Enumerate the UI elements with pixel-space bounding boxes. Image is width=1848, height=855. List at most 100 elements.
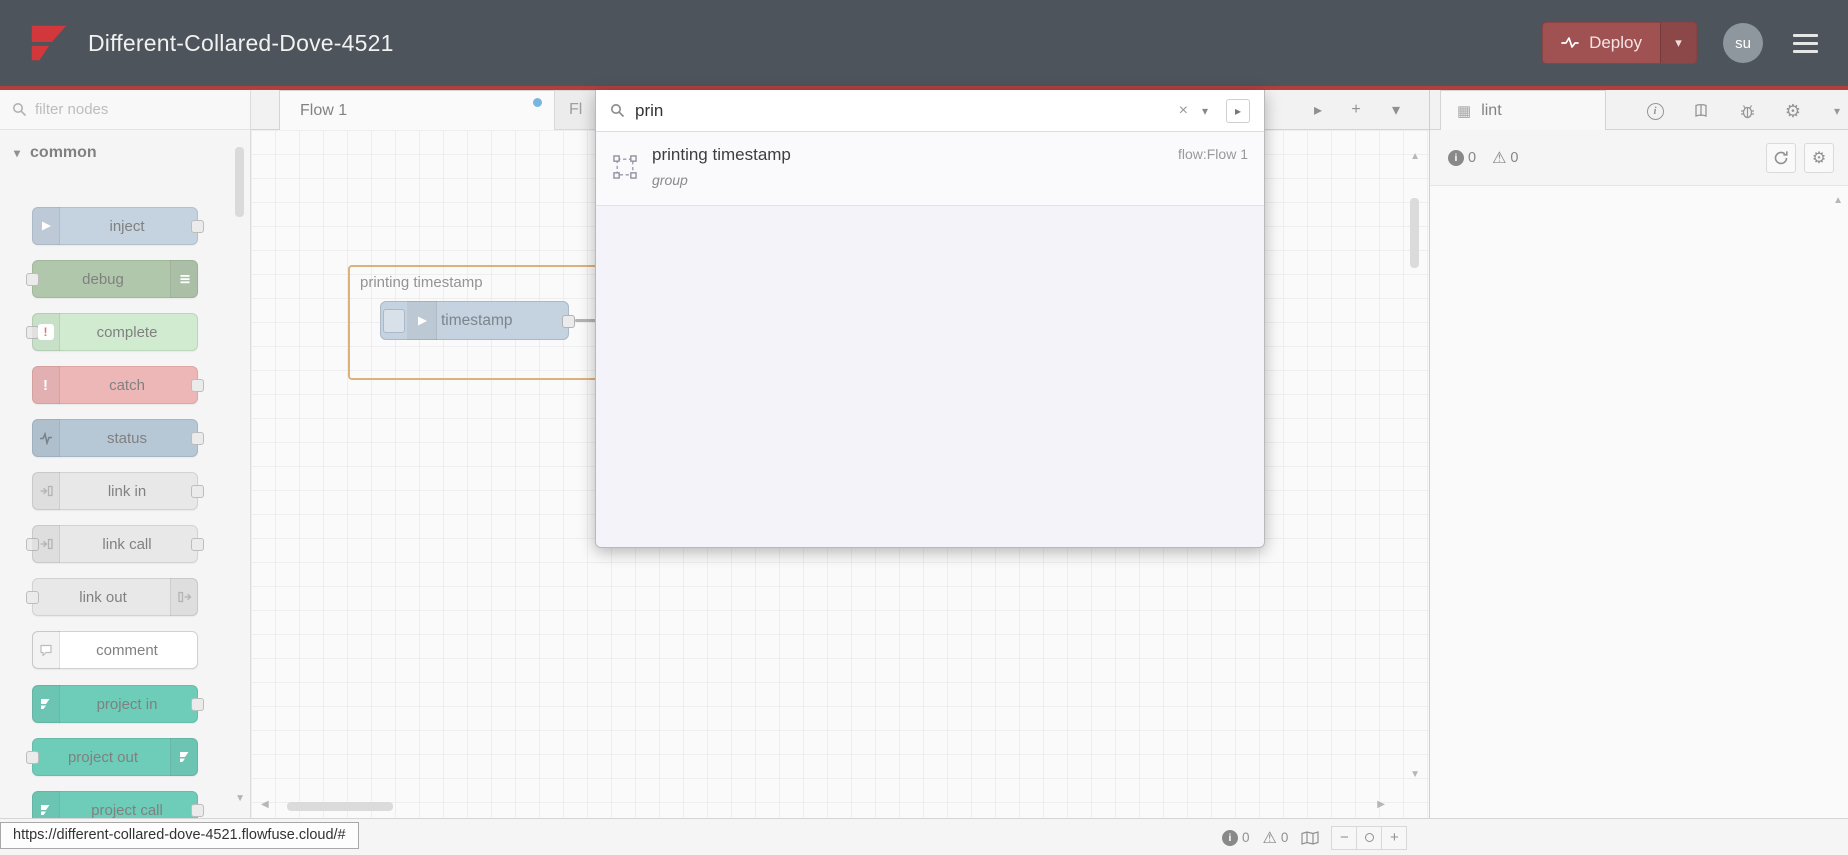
palette-node-link-call[interactable]: link call — [26, 525, 204, 563]
warning-count: ⚠ 0 — [1492, 150, 1519, 167]
palette-node-label: status — [106, 429, 148, 447]
warning-icon: ⚠ — [1262, 829, 1277, 847]
sidebar-scroll-up-icon[interactable]: ▲ — [1833, 196, 1843, 206]
canvas-vscrollbar-thumb[interactable] — [1410, 198, 1419, 268]
group-icon — [612, 154, 638, 185]
add-flow-button[interactable]: + — [1341, 90, 1371, 130]
info-icon: i — [1646, 102, 1664, 120]
search-result-item[interactable]: printing timestamp group flow:Flow 1 — [596, 132, 1264, 206]
palette-node-complete[interactable]: ! complete — [26, 313, 198, 351]
deploy-options-button[interactable]: ▾ — [1660, 23, 1696, 63]
sidebar-tab-lint[interactable]: ▦ lint — [1440, 90, 1606, 130]
main-menu-button[interactable] — [1789, 30, 1822, 57]
palette-node-catch[interactable]: ! catch — [32, 366, 204, 404]
canvas-hscrollbar-thumb[interactable] — [287, 802, 393, 811]
lint-settings-button[interactable]: ⚙ — [1804, 143, 1834, 173]
user-avatar[interactable]: su — [1723, 23, 1763, 63]
header: Different-Collared-Dove-4521 Deploy ▾ su — [0, 0, 1848, 86]
minimap-toggle-button[interactable] — [1301, 830, 1319, 845]
warning-icon: ⚠ — [1492, 150, 1507, 167]
chevron-down-icon: ▾ — [1833, 104, 1841, 118]
palette-node-label: complete — [96, 323, 158, 341]
footer-warning-count: ⚠ 0 — [1262, 829, 1289, 847]
inject-trigger-button[interactable] — [383, 309, 405, 333]
zoom-out-button[interactable]: − — [1331, 825, 1358, 850]
node-output-port — [191, 432, 204, 445]
palette-node-label: catch — [109, 376, 145, 394]
deploy-button[interactable]: Deploy ▾ — [1542, 22, 1697, 64]
inject-icon — [32, 207, 60, 245]
chevron-down-icon: ▾ — [1675, 35, 1682, 50]
link-in-icon — [32, 472, 60, 510]
debug-icon — [170, 260, 198, 298]
result-title: printing timestamp — [652, 145, 791, 164]
info-count: i 0 — [1448, 150, 1476, 166]
lint-refresh-button[interactable] — [1766, 143, 1796, 173]
lint-icon: ▦ — [1457, 102, 1472, 120]
canvas-scroll-left-icon[interactable]: ◀ — [261, 800, 269, 810]
zoom-in-button[interactable]: + — [1381, 825, 1408, 850]
palette-node-label: link in — [107, 482, 147, 500]
search-input[interactable] — [635, 100, 1167, 121]
book-icon — [1695, 103, 1707, 117]
palette-node-label: link call — [102, 535, 152, 553]
palette-node-status[interactable]: status — [32, 419, 204, 457]
palette-scroll-down-icon[interactable]: ▼ — [235, 793, 245, 804]
palette-node-link-in[interactable]: link in — [32, 472, 204, 510]
lint-counts: i 0 ⚠ 0 — [1448, 130, 1519, 186]
flow-modified-dot — [533, 98, 542, 107]
lint-toolbar: i 0 ⚠ 0 ⚙ — [1430, 130, 1848, 186]
palette-node-label: inject — [109, 217, 145, 235]
canvas-scroll-down-icon[interactable]: ▼ — [1410, 770, 1420, 780]
node-output-port — [191, 485, 204, 498]
palette-filter-input[interactable] — [35, 101, 238, 118]
node-output-port — [191, 698, 204, 711]
tab-flow-1[interactable]: Flow 1 — [279, 90, 555, 130]
palette-node-comment[interactable]: comment — [32, 631, 198, 669]
palette-node-project-in[interactable]: project in — [32, 685, 204, 723]
palette-category-common[interactable]: ▾ common — [14, 144, 97, 162]
sidebar-menu-icon[interactable]: ▾ — [1822, 99, 1848, 123]
palette-node-debug[interactable]: debug — [26, 260, 198, 298]
palette-node-link-out[interactable]: link out — [26, 578, 198, 616]
footer-controls: i 0 ⚠ 0 − + — [1222, 819, 1408, 855]
node-output-port[interactable] — [562, 315, 575, 328]
palette-search[interactable] — [0, 90, 250, 130]
comment-icon — [32, 631, 60, 669]
canvas-scroll-up-icon[interactable]: ▲ — [1410, 152, 1420, 162]
palette-node-project-call[interactable]: project call — [32, 791, 204, 819]
node-input-port — [26, 751, 39, 764]
open-search-sidebar-button[interactable]: ▸ — [1226, 98, 1250, 123]
node-output-port — [191, 220, 204, 233]
palette-scrollbar-thumb[interactable] — [235, 147, 244, 217]
node-input-port — [26, 591, 39, 604]
palette-node-inject[interactable]: inject — [32, 207, 204, 245]
search-options-icon[interactable]: ▾ — [1200, 104, 1210, 118]
info-circle-icon: i — [1448, 150, 1464, 166]
footer-info-count: i 0 — [1222, 829, 1250, 846]
search-icon — [611, 104, 625, 118]
palette-node-label: project call — [91, 801, 163, 819]
sidebar-tab-config[interactable]: ⚙ — [1778, 99, 1808, 123]
zoom-reset-icon — [1364, 833, 1374, 842]
canvas-scroll-right-icon[interactable]: ▶ — [1377, 800, 1385, 810]
palette-node-label: project out — [67, 748, 139, 766]
lint-panel-content: ▲ — [1430, 186, 1848, 818]
deploy-icon — [1561, 37, 1579, 48]
node-label: timestamp — [441, 311, 513, 329]
gear-icon: ⚙ — [1784, 100, 1802, 121]
palette-node-project-out[interactable]: project out — [26, 738, 198, 776]
header-actions: Deploy ▾ su — [1542, 22, 1822, 64]
tab-label: Fl — [569, 101, 583, 118]
zoom-reset-button[interactable] — [1356, 825, 1383, 850]
clear-search-icon[interactable]: × — [1177, 102, 1190, 120]
tab-scroll-right-icon[interactable]: ▸ — [1303, 90, 1333, 130]
inject-node-timestamp[interactable]: timestamp — [380, 301, 575, 340]
palette-node-label: project in — [96, 695, 158, 713]
sidebar-tab-debug[interactable] — [1732, 99, 1762, 123]
flow-list-menu-icon[interactable]: ▾ — [1381, 90, 1411, 130]
sidebar-tab-info[interactable]: i — [1640, 99, 1670, 123]
deploy-button-main[interactable]: Deploy — [1543, 23, 1660, 63]
sidebar-tab-help[interactable] — [1686, 99, 1716, 123]
project-out-icon — [170, 738, 198, 776]
